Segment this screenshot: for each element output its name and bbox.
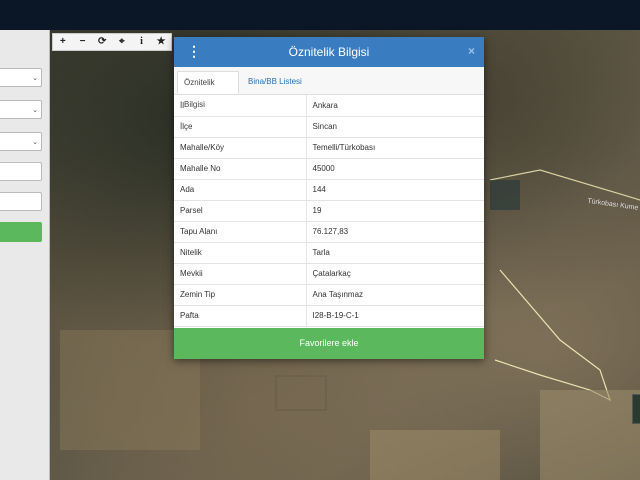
attribute-key: Mahalle No — [174, 158, 307, 180]
attribute-table: İl Ankara İlçe Sincan Mahalle/Köy Temelli/Tür… — [174, 95, 484, 327]
map-side-control[interactable] — [632, 394, 640, 424]
close-icon[interactable]: × — [468, 44, 475, 58]
attribute-value: 45000 — [306, 158, 484, 180]
map-toolbar: + − ⟳ ⌖ i ★ — [52, 33, 172, 51]
table-row: Mahalle/Köy Temelli/Türkobası — [174, 137, 484, 159]
attribute-value: I28-B-19-C-1 — [306, 305, 484, 327]
block-input[interactable] — [0, 162, 42, 181]
table-row: İl Ankara — [174, 95, 484, 117]
attribute-key: Zemin Tip — [174, 284, 307, 306]
star-icon[interactable]: ★ — [154, 35, 168, 49]
district-select[interactable]: ⌄ — [0, 100, 42, 119]
zoom-in-icon[interactable]: + — [56, 35, 70, 49]
attribute-key: İlçe — [174, 116, 307, 138]
table-row: Parsel 19 — [174, 200, 484, 222]
chevron-down-icon: ⌄ — [32, 75, 38, 82]
attribute-key: Mahalle/Köy — [174, 137, 307, 159]
chevron-down-icon: ⌄ — [32, 107, 38, 114]
modal-tabs: Öznitelik Bilgisi Bina/BB Listesi — [174, 67, 484, 109]
attribute-info-modal: ⋮ Öznitelik Bilgisi × Öznitelik Bilgisi … — [174, 37, 484, 359]
attribute-key: Pafta — [174, 305, 307, 327]
attribute-key: Ada — [174, 179, 307, 201]
field-patch — [540, 390, 640, 480]
table-row: Mahalle No 45000 — [174, 158, 484, 180]
add-to-favorites-button[interactable]: Favorilere ekle — [174, 328, 484, 359]
attribute-value: Ana Taşınmaz — [306, 284, 484, 306]
tab-building-list[interactable]: Bina/BB Listesi — [242, 71, 308, 94]
attribute-value: Çatalarkaç — [306, 263, 484, 285]
parcel-boundary — [494, 269, 612, 402]
province-select[interactable]: ⌄ — [0, 68, 42, 87]
field-square-mark — [275, 375, 327, 411]
chevron-down-icon: ⌄ — [32, 139, 38, 146]
attribute-value: 19 — [306, 200, 484, 222]
table-row: Ada 144 — [174, 179, 484, 201]
table-row: Mevkii Çatalarkaç — [174, 263, 484, 285]
left-panel: ⌄ ⌄ ⌄ — [0, 30, 50, 480]
attribute-value: Sincan — [306, 116, 484, 138]
modal-title: Öznitelik Bilgisi — [288, 45, 370, 59]
query-button[interactable] — [0, 222, 42, 242]
table-row: Nitelik Tarla — [174, 242, 484, 264]
attribute-value: Ankara — [306, 95, 484, 117]
crosshair-icon[interactable]: ⌖ — [115, 35, 129, 49]
table-row: İlçe Sincan — [174, 116, 484, 138]
neighborhood-select[interactable]: ⌄ — [0, 132, 42, 151]
zoom-out-icon[interactable]: − — [75, 35, 89, 49]
refresh-icon[interactable]: ⟳ — [95, 35, 109, 49]
attribute-value: 144 — [306, 179, 484, 201]
top-bar — [0, 0, 640, 30]
attribute-key: Parsel — [174, 200, 307, 222]
parcel-input[interactable] — [0, 192, 42, 211]
attribute-value: 76.127,83 — [306, 221, 484, 243]
info-icon[interactable]: i — [134, 35, 148, 49]
attribute-value: Tarla — [306, 242, 484, 264]
attribute-key: Tapu Alanı — [174, 221, 307, 243]
building-cluster — [490, 180, 520, 210]
table-row: Pafta I28-B-19-C-1 — [174, 305, 484, 327]
table-row: Zemin Tip Ana Taşınmaz — [174, 284, 484, 306]
modal-header: ⋮ Öznitelik Bilgisi × — [174, 37, 484, 67]
attribute-key: Mevkii — [174, 263, 307, 285]
tab-attribute-info[interactable]: Öznitelik Bilgisi — [177, 71, 239, 109]
attribute-value: Temelli/Türkobası — [306, 137, 484, 159]
field-patch — [370, 430, 500, 480]
attribute-key: Nitelik — [174, 242, 307, 264]
table-row: Tapu Alanı 76.127,83 — [174, 221, 484, 243]
